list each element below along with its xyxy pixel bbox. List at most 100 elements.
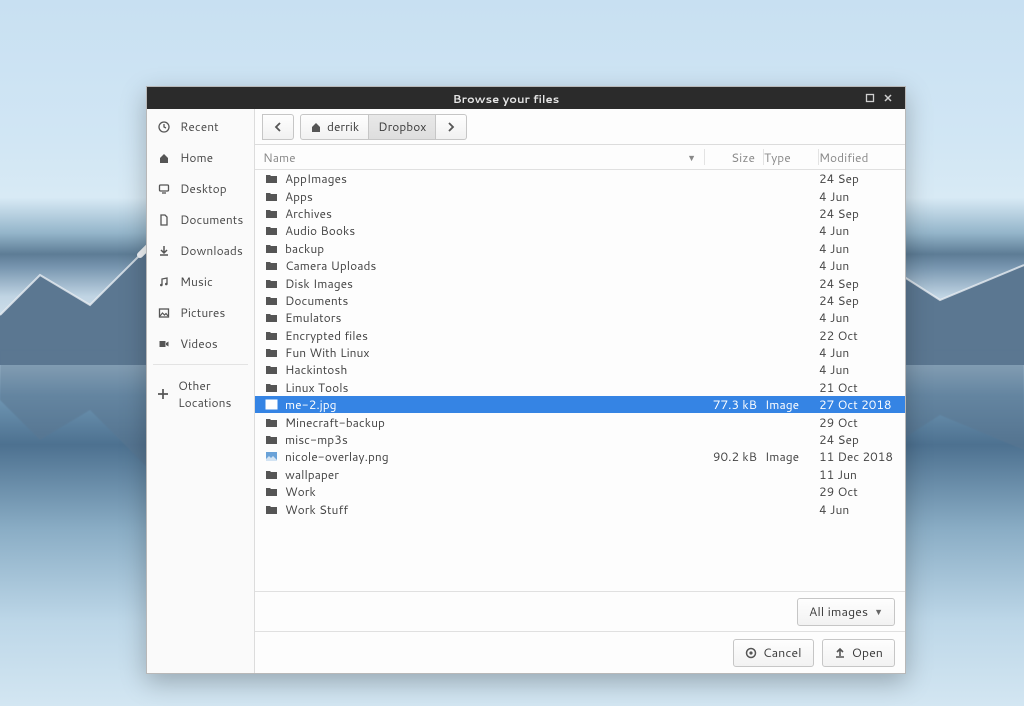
folder-icon: [263, 259, 279, 272]
folder-icon: [263, 485, 279, 498]
titlebar: Browse your files: [147, 87, 905, 109]
folder-icon: [263, 503, 279, 516]
desktop-icon: [157, 183, 171, 195]
file-row[interactable]: Apps4 Jun: [255, 187, 905, 204]
path-segment-home[interactable]: derrik: [300, 114, 369, 140]
file-modified: 4 Jun: [819, 344, 905, 361]
file-row[interactable]: Emulators 4 Jun: [255, 309, 905, 326]
file-row[interactable]: Encrypted files22 Oct: [255, 327, 905, 344]
file-modified: 4 Jun: [819, 309, 905, 326]
file-row[interactable]: AppImages24 Sep: [255, 170, 905, 187]
sidebar-item-label: Music: [180, 273, 213, 290]
file-modified: 22 Oct: [819, 327, 905, 344]
file-modified: 27 Oct 2018: [819, 396, 905, 413]
file-name: Documents: [279, 292, 707, 309]
sidebar-item-videos[interactable]: Videos: [147, 328, 254, 359]
path-segment-current[interactable]: Dropbox: [369, 114, 436, 140]
sidebar-item-recent[interactable]: Recent: [147, 111, 254, 142]
path-forward-button[interactable]: [436, 114, 467, 140]
file-row[interactable]: backup 4 Jun: [255, 240, 905, 257]
column-header-type[interactable]: Type: [764, 149, 818, 166]
file-type-filter[interactable]: All images ▼: [797, 598, 895, 626]
file-row[interactable]: nicole-overlay.png90.2 kBImage11 Dec 201…: [255, 448, 905, 465]
sidebar-item-other-locations[interactable]: Other Locations: [147, 370, 254, 418]
file-row[interactable]: Disk Images 24 Sep: [255, 274, 905, 291]
file-row[interactable]: Audio Books4 Jun: [255, 222, 905, 239]
file-modified: 21 Oct: [819, 379, 905, 396]
path-segment-label: Dropbox: [378, 118, 426, 135]
file-row[interactable]: me-2.jpg77.3 kBImage27 Oct 2018: [255, 396, 905, 413]
column-header-modified[interactable]: Modified: [819, 149, 905, 166]
folder-icon: [263, 207, 279, 220]
cancel-button[interactable]: Cancel: [733, 639, 814, 667]
sidebar-item-label: Downloads: [180, 242, 243, 259]
folder-icon: [263, 381, 279, 394]
file-name: nicole-overlay.png: [279, 448, 707, 465]
close-button[interactable]: [883, 93, 901, 103]
file-row[interactable]: Hackintosh4 Jun: [255, 361, 905, 378]
sidebar-item-pictures[interactable]: Pictures: [147, 297, 254, 328]
folder-icon: [263, 294, 279, 307]
file-name: Camera Uploads: [279, 257, 707, 274]
file-row[interactable]: Work29 Oct: [255, 483, 905, 500]
maximize-button[interactable]: [865, 93, 883, 103]
folder-icon: [263, 311, 279, 324]
clock-icon: [157, 121, 171, 133]
folder-icon: [263, 468, 279, 481]
sidebar-item-home[interactable]: Home: [147, 142, 254, 173]
file-modified: 4 Jun: [819, 240, 905, 257]
sidebar-item-downloads[interactable]: Downloads: [147, 235, 254, 266]
file-chooser-dialog: Browse your files Recent Home Desktop Docum…: [146, 86, 906, 674]
file-row[interactable]: Documents24 Sep: [255, 292, 905, 309]
file-row[interactable]: Fun With Linux4 Jun: [255, 344, 905, 361]
file-name: AppImages: [279, 170, 707, 187]
upload-icon: [834, 647, 846, 659]
sidebar-item-label: Home: [180, 149, 213, 166]
file-modified: 4 Jun: [819, 501, 905, 518]
file-type: Image: [765, 448, 819, 465]
open-label: Open: [852, 644, 883, 662]
chevron-left-icon: [272, 121, 284, 133]
sidebar-item-documents[interactable]: Documents: [147, 204, 254, 235]
sidebar-separator: [153, 364, 248, 365]
path-back-button[interactable]: [262, 114, 294, 140]
path-bar: derrik Dropbox: [255, 109, 905, 145]
column-header-name[interactable]: Name ▼: [255, 149, 704, 166]
file-modified: 29 Oct: [819, 414, 905, 431]
sidebar-item-label: Documents: [180, 211, 243, 228]
file-name: backup: [279, 240, 707, 257]
file-row[interactable]: Work Stuff4 Jun: [255, 500, 905, 517]
file-modified: 24 Sep: [819, 275, 905, 292]
cancel-icon: [745, 647, 757, 659]
file-name: Emulators: [279, 309, 707, 326]
file-modified: 4 Jun: [819, 257, 905, 274]
sidebar-item-desktop[interactable]: Desktop: [147, 173, 254, 204]
sidebar-item-music[interactable]: Music: [147, 266, 254, 297]
open-button[interactable]: Open: [822, 639, 895, 667]
file-row[interactable]: wallpaper11 Jun: [255, 466, 905, 483]
file-name: Apps: [279, 188, 707, 205]
folder-icon: [263, 346, 279, 359]
folder-icon: [263, 277, 279, 290]
sidebar-item-label: Recent: [180, 118, 219, 135]
column-header-size[interactable]: Size: [705, 149, 763, 166]
file-name: Disk Images: [279, 275, 707, 292]
file-name: Minecraft-backup: [279, 414, 707, 431]
music-icon: [157, 276, 171, 288]
file-type: Image: [765, 396, 819, 413]
file-row[interactable]: Archives24 Sep: [255, 205, 905, 222]
file-row[interactable]: Linux Tools21 Oct: [255, 379, 905, 396]
column-headers: Name ▼ Size Type Modified: [255, 145, 905, 170]
file-modified: 29 Oct: [819, 483, 905, 500]
chevron-down-icon: ▼: [874, 605, 883, 618]
file-row[interactable]: Minecraft-backup 29 Oct: [255, 413, 905, 430]
image-file-icon: [263, 398, 279, 411]
action-bar: Cancel Open: [255, 631, 905, 673]
file-row[interactable]: misc-mp3s24 Sep: [255, 431, 905, 448]
folder-icon: [263, 363, 279, 376]
file-row[interactable]: Camera Uploads 4 Jun: [255, 257, 905, 274]
folder-icon: [263, 172, 279, 185]
filter-bar: All images ▼: [255, 591, 905, 631]
file-list[interactable]: AppImages24 SepApps4 JunArchives24 SepAu…: [255, 170, 905, 591]
file-name: wallpaper: [279, 466, 707, 483]
